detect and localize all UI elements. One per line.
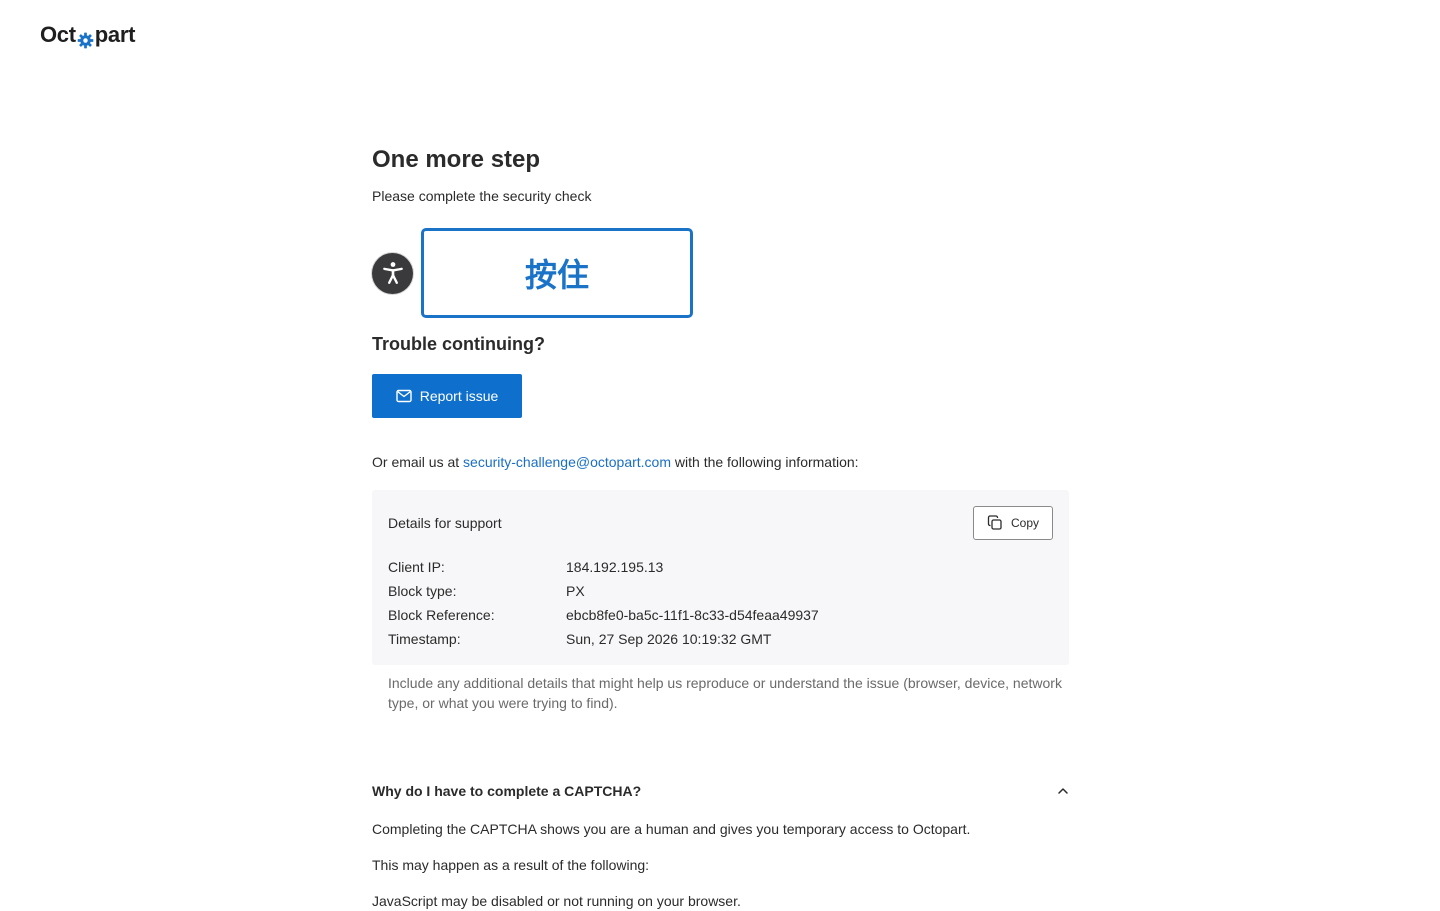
support-note: Include any additional details that migh… — [388, 675, 1062, 711]
detail-key: Timestamp: — [388, 631, 461, 647]
copy-button[interactable]: Copy — [973, 506, 1053, 540]
detail-key: Block type: — [388, 583, 457, 599]
detail-value: PX — [566, 583, 585, 599]
faq-answer-paragraph: JavaScript may be disabled or not runnin… — [372, 893, 741, 909]
press-and-hold-button[interactable]: 按住 — [421, 228, 693, 318]
detail-value: 184.192.195.13 — [566, 559, 664, 575]
detail-key: Client IP: — [388, 559, 445, 575]
email-suffix: with the following information: — [671, 454, 859, 470]
logo-text-left: Oct — [40, 22, 76, 47]
email-prefix: Or email us at — [372, 454, 464, 470]
gear-logo-icon — [77, 29, 94, 48]
detail-value: Sun, 27 Sep 2026 10:19:32 GMT — [566, 631, 772, 647]
report-issue-button[interactable]: Report issue — [372, 374, 522, 418]
logo-text-right: part — [94, 22, 136, 47]
email-instructions: Or email us at security-challenge@octopa… — [372, 452, 1069, 472]
copy-icon — [987, 515, 1002, 530]
chevron-up-icon — [1058, 788, 1068, 794]
detail-value: ebcb8fe0-ba5c-11f1-8c33-d54feaa49937 — [566, 607, 819, 623]
octopart-logo[interactable]: Oct part — [40, 22, 135, 48]
main-content: One more step Please complete the securi… — [372, 140, 1069, 911]
support-email-link[interactable]: security-challenge@octopart.com — [463, 454, 671, 470]
support-details-box: Details for support Copy Client IP: 184.… — [372, 490, 1069, 665]
detail-row-block-type: Block type: PX — [388, 579, 1053, 603]
faq-answer-paragraph: Completing the CAPTCHA shows you are a h… — [372, 821, 971, 837]
faq-answer: Completing the CAPTCHA shows you are a h… — [372, 819, 1069, 911]
captcha-row: 按住 — [372, 228, 1069, 318]
support-title: Details for support — [388, 515, 502, 531]
detail-row-block-reference: Block Reference: ebcb8fe0-ba5c-11f1-8c33… — [388, 603, 1053, 627]
accessibility-icon — [382, 262, 403, 284]
faq-answer-paragraph: This may happen as a result of the follo… — [372, 857, 650, 873]
support-details-list: Client IP: 184.192.195.13 Block type: PX… — [388, 555, 1053, 651]
page-subtitle: Please complete the security check — [372, 188, 592, 204]
copy-label: Copy — [1010, 516, 1039, 530]
accessibility-button[interactable] — [372, 252, 413, 294]
page-title: One more step — [372, 146, 541, 173]
trouble-heading: Trouble continuing? — [372, 334, 545, 354]
mail-icon — [396, 389, 412, 403]
faq-question: Why do I have to complete a CAPTCHA? — [372, 783, 642, 799]
detail-row-timestamp: Timestamp: Sun, 27 Sep 2026 10:19:32 GMT — [388, 627, 1053, 651]
faq-toggle[interactable]: Why do I have to complete a CAPTCHA? — [372, 779, 1069, 803]
report-issue-label: Report issue — [419, 388, 499, 404]
support-header: Details for support Copy — [388, 506, 1053, 540]
detail-key: Block Reference: — [388, 607, 495, 623]
detail-row-client-ip: Client IP: 184.192.195.13 — [388, 555, 1053, 579]
